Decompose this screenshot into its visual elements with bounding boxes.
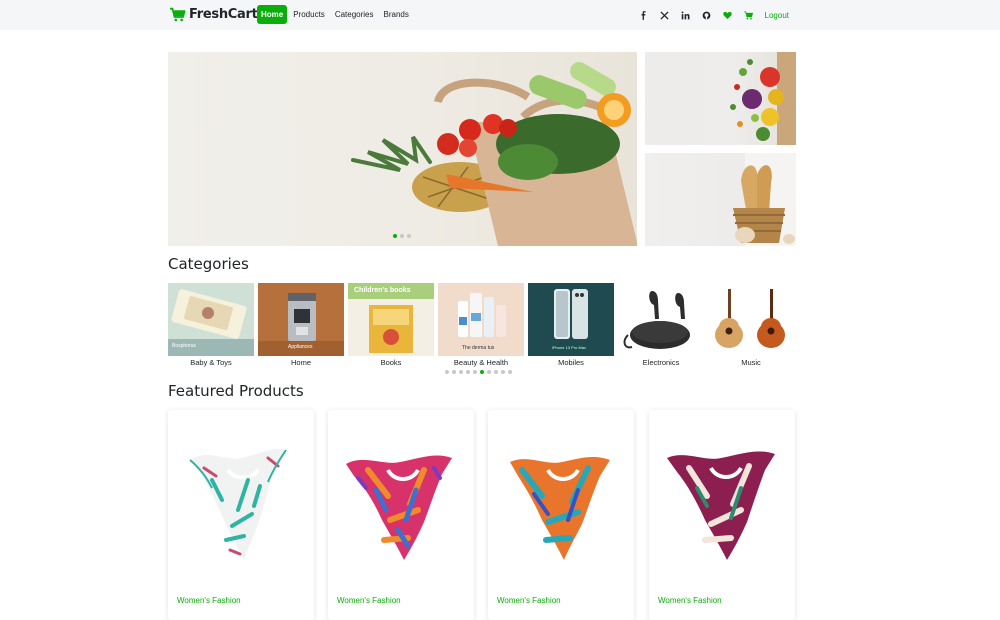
category-card-baby-toys[interactable]: Bosphorus Baby & Toys — [168, 283, 254, 367]
categories-dots — [445, 370, 512, 374]
hero-side-image-vegetables — [645, 52, 796, 145]
category-label: Music — [741, 358, 761, 367]
cart-icon — [170, 7, 186, 22]
category-card-beauty-health[interactable]: The derma tus Beauty & Health — [438, 283, 524, 367]
product-card[interactable]: Women's Fashion — [649, 410, 795, 620]
category-caption: The derma tus — [462, 345, 495, 351]
product-category: Women's Fashion — [658, 596, 722, 605]
hero-side-image-bread-basket — [645, 153, 796, 246]
category-image — [708, 283, 794, 356]
facebook-icon[interactable] — [633, 8, 654, 22]
category-dot[interactable] — [494, 370, 498, 374]
x-twitter-icon[interactable] — [654, 8, 675, 22]
category-caption: Appliances — [288, 344, 313, 350]
nav-right: Logout — [633, 8, 789, 22]
category-caption: iPhone 13 Pro Max — [552, 345, 587, 350]
category-dot[interactable] — [487, 370, 491, 374]
category-label: Electronics — [642, 358, 680, 367]
brand-logo[interactable]: FreshCart — [169, 7, 258, 22]
hero-dots — [393, 234, 411, 238]
categories-heading: Categories — [168, 255, 249, 273]
category-dot[interactable] — [445, 370, 449, 374]
category-image: The derma tus — [438, 283, 524, 356]
category-card-home[interactable]: Appliances Home — [258, 283, 344, 367]
category-dot[interactable] — [508, 370, 512, 374]
cart-icon[interactable] — [738, 8, 759, 22]
category-label: Beauty & Health — [453, 358, 509, 367]
category-card-mobiles[interactable]: iPhone 13 Pro Max Mobiles — [528, 283, 614, 367]
navbar: FreshCart Home Products Categories Brand… — [0, 0, 1000, 30]
hero-slider-main[interactable] — [168, 52, 637, 246]
category-caption: Bosphorus — [172, 343, 196, 349]
product-image — [510, 456, 610, 560]
category-label: Home — [290, 358, 311, 367]
hero-dot[interactable] — [407, 234, 411, 238]
category-card-electronics[interactable]: Electronics — [618, 283, 704, 367]
featured-products-heading: Featured Products — [168, 382, 304, 400]
category-image: Children's books — [348, 283, 434, 356]
category-dot[interactable] — [466, 370, 470, 374]
category-image: iPhone 13 Pro Max — [528, 283, 614, 356]
logout-link[interactable]: Logout — [765, 11, 789, 20]
product-image — [189, 448, 287, 560]
product-category: Women's Fashion — [337, 596, 401, 605]
category-dot[interactable] — [501, 370, 505, 374]
brand-name: FreshCart — [189, 7, 258, 22]
product-image — [346, 455, 452, 560]
category-dot[interactable] — [480, 370, 484, 374]
product-category: Women's Fashion — [177, 596, 241, 605]
product-card[interactable]: Women's Fashion — [488, 410, 634, 620]
product-card[interactable]: Women's Fashion — [328, 410, 474, 620]
linkedin-icon[interactable] — [675, 8, 696, 22]
category-label: Mobiles — [558, 358, 584, 367]
nav-links: Home Products Categories Brands — [257, 5, 415, 24]
category-dot[interactable] — [452, 370, 456, 374]
nav-link-home[interactable]: Home — [257, 5, 288, 24]
category-image: Appliances — [258, 283, 344, 356]
category-caption: Children's books — [354, 287, 411, 294]
category-image — [618, 283, 704, 356]
category-image: Bosphorus — [168, 283, 254, 356]
hero-dot[interactable] — [393, 234, 397, 238]
hero-dot[interactable] — [400, 234, 404, 238]
hero-grocery-bag-image — [351, 62, 637, 246]
category-card-music[interactable]: Music — [708, 283, 794, 367]
categories-slider[interactable]: Bosphorus Baby & Toys Appliances Home Ch… — [168, 283, 798, 367]
category-label: Books — [380, 358, 402, 367]
product-card[interactable]: Women's Fashion — [168, 410, 314, 620]
category-dot[interactable] — [473, 370, 477, 374]
category-card-books[interactable]: Children's books Books — [348, 283, 434, 367]
heart-icon[interactable] — [717, 8, 738, 22]
category-label: Baby & Toys — [190, 358, 232, 367]
github-icon[interactable] — [696, 8, 717, 22]
product-image — [667, 451, 775, 560]
nav-link-brands[interactable]: Brands — [380, 5, 413, 24]
nav-link-categories[interactable]: Categories — [331, 5, 378, 24]
category-dot[interactable] — [459, 370, 463, 374]
nav-link-products[interactable]: Products — [289, 5, 329, 24]
product-category: Women's Fashion — [497, 596, 561, 605]
